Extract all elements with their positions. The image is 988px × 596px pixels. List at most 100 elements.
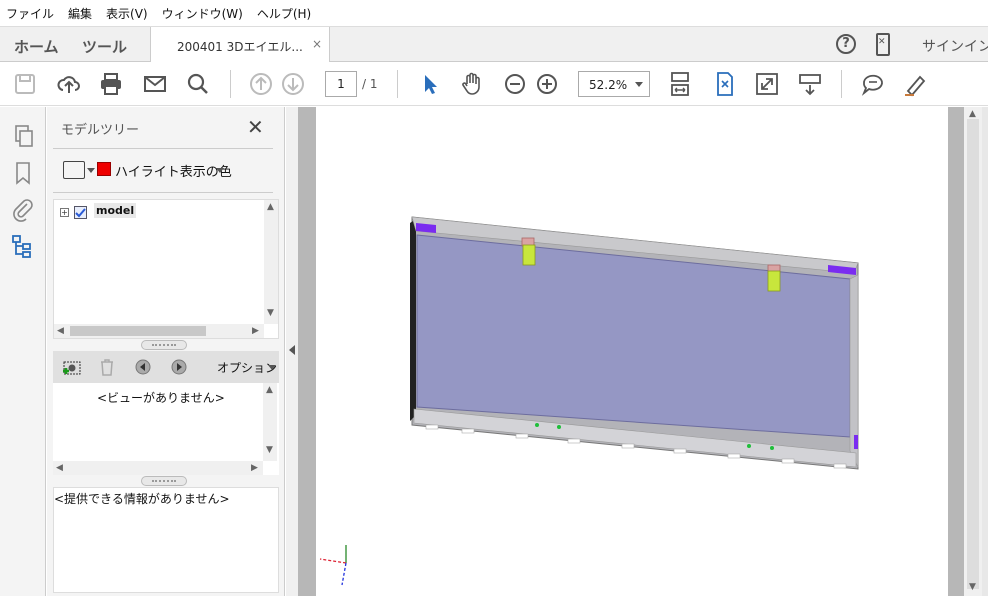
tab-tools[interactable]: ツール	[82, 36, 127, 57]
scrollbar[interactable]: ▲ ▼	[263, 383, 277, 461]
scroll-right-icon[interactable]: ▶	[251, 463, 258, 473]
scroll-down-icon[interactable]: ▼	[266, 445, 273, 455]
zoom-value: 52.2%	[589, 78, 628, 92]
search-icon[interactable]	[185, 71, 211, 97]
menubar: ファイル 編集 表示(V) ウィンドウ(W) ヘルプ(H)	[0, 0, 988, 26]
document-scrollbar[interactable]: ▲ ▼	[964, 107, 982, 596]
chevron-down-icon	[635, 82, 643, 87]
bottom-tab	[621, 443, 635, 449]
zoom-in-icon[interactable]	[534, 71, 560, 97]
bookmark-icon[interactable]	[10, 160, 36, 186]
led-dot	[770, 446, 774, 450]
collapse-arrow-icon[interactable]	[289, 345, 295, 355]
scroll-up-icon[interactable]: ▲	[267, 202, 274, 212]
tab-close-button[interactable]: ×	[312, 37, 322, 51]
tab-document[interactable]: 200401 3Dエイエル... ×	[150, 27, 330, 63]
bottom-tab	[515, 433, 529, 439]
scroll-thumb[interactable]	[967, 119, 979, 589]
help-icon[interactable]: ?	[836, 34, 856, 54]
menu-help[interactable]: ヘルプ(H)	[257, 5, 311, 22]
resize-grip[interactable]	[141, 340, 187, 350]
view-toolbar: オプション	[53, 351, 279, 383]
full-screen-icon[interactable]	[754, 71, 780, 97]
axis-z	[341, 562, 347, 586]
scroll-left-icon[interactable]: ◀	[57, 326, 64, 336]
chevron-down-icon[interactable]	[268, 365, 276, 370]
scroll-down-icon[interactable]: ▼	[969, 582, 976, 592]
scrollbar[interactable]: ◀ ▶	[54, 324, 264, 338]
mobile-link-icon[interactable]	[876, 33, 890, 56]
toolbar-separator	[841, 70, 842, 98]
led-dot	[535, 423, 539, 427]
comment-icon[interactable]	[860, 71, 886, 97]
scroll-right-icon[interactable]: ▶	[252, 326, 259, 336]
visibility-checkbox[interactable]	[74, 206, 87, 219]
previous-view-icon[interactable]	[133, 357, 153, 377]
highlight-color-label[interactable]: ハイライト表示の色	[115, 161, 232, 180]
pages-icon[interactable]	[10, 123, 36, 149]
page-number-input[interactable]: 1	[325, 71, 357, 97]
save-icon[interactable]	[12, 71, 38, 97]
model-tree-icon[interactable]	[10, 233, 36, 259]
panel-collapse-handle[interactable]	[286, 107, 298, 596]
toolbar-separator	[397, 70, 398, 98]
no-info-message: <提供できる情報がありません>	[54, 492, 230, 506]
resize-grip[interactable]	[141, 476, 187, 486]
print-icon[interactable]	[98, 71, 124, 97]
attachment-icon[interactable]	[10, 196, 36, 222]
previous-page-icon[interactable]	[248, 71, 274, 97]
select-cursor-icon[interactable]	[418, 71, 444, 97]
document-area	[298, 107, 988, 596]
menu-edit[interactable]: 編集	[68, 5, 92, 22]
info-panel: <提供できる情報がありません>	[53, 487, 279, 593]
list-options-icon[interactable]	[63, 161, 85, 179]
divider	[53, 192, 273, 193]
scrollbar[interactable]: ◀ ▶	[53, 461, 263, 475]
hand-tool-icon[interactable]	[459, 71, 485, 97]
mounting-clip-left-body	[522, 244, 536, 266]
scroll-down-icon[interactable]: ▼	[267, 308, 274, 318]
chevron-down-icon[interactable]	[216, 168, 224, 173]
fit-page-icon[interactable]	[712, 71, 738, 97]
scroll-up-icon[interactable]: ▲	[969, 109, 976, 119]
axis-triad	[319, 545, 347, 586]
corner-marker-bottom-right	[854, 435, 858, 449]
scroll-left-icon[interactable]: ◀	[56, 463, 63, 473]
chevron-down-icon[interactable]	[87, 168, 95, 173]
delete-view-icon[interactable]	[97, 357, 117, 377]
pdf-page	[316, 107, 948, 596]
model-tree: + model ▲ ▼ ◀ ▶	[53, 199, 279, 339]
bottom-tab	[425, 424, 439, 430]
close-icon[interactable]: ✕	[247, 115, 264, 139]
model-left-edge	[410, 219, 416, 421]
zoom-select[interactable]: 52.2%	[578, 71, 650, 97]
next-view-icon[interactable]	[169, 357, 189, 377]
toolbar-separator	[230, 70, 231, 98]
menu-window[interactable]: ウィンドウ(W)	[162, 5, 243, 22]
menu-view[interactable]: 表示(V)	[106, 5, 148, 22]
scroll-up-icon[interactable]: ▲	[266, 385, 273, 395]
3d-model-viewport[interactable]	[316, 107, 948, 596]
zoom-out-icon[interactable]	[502, 71, 528, 97]
email-icon[interactable]	[142, 71, 168, 97]
add-view-camera-icon[interactable]	[61, 357, 81, 377]
fit-width-icon[interactable]	[667, 71, 693, 97]
next-page-icon[interactable]	[280, 71, 306, 97]
scroll-thumb[interactable]	[70, 326, 206, 336]
highlight-color-swatch[interactable]	[97, 162, 111, 176]
keyboard-scroll-icon[interactable]	[797, 71, 823, 97]
highlight-pen-icon[interactable]	[902, 71, 928, 97]
menu-file[interactable]: ファイル	[6, 5, 54, 22]
no-views-message: <ビューがありません>	[97, 391, 225, 405]
axis-x	[319, 558, 347, 564]
tab-home[interactable]: ホーム	[14, 36, 59, 57]
scrollbar[interactable]: ▲ ▼	[264, 200, 278, 324]
page-total: / 1	[362, 77, 378, 91]
tab-document-label: 200401 3Dエイエル...	[177, 40, 303, 54]
signin-button[interactable]: サインイン	[922, 36, 988, 56]
tree-item-model[interactable]: model	[94, 203, 137, 218]
expand-icon[interactable]: +	[60, 208, 69, 217]
upload-cloud-icon[interactable]	[56, 71, 82, 97]
bottom-tab	[461, 428, 475, 434]
view-list: <ビューがありません> ▲ ▼ ◀ ▶	[53, 383, 279, 475]
